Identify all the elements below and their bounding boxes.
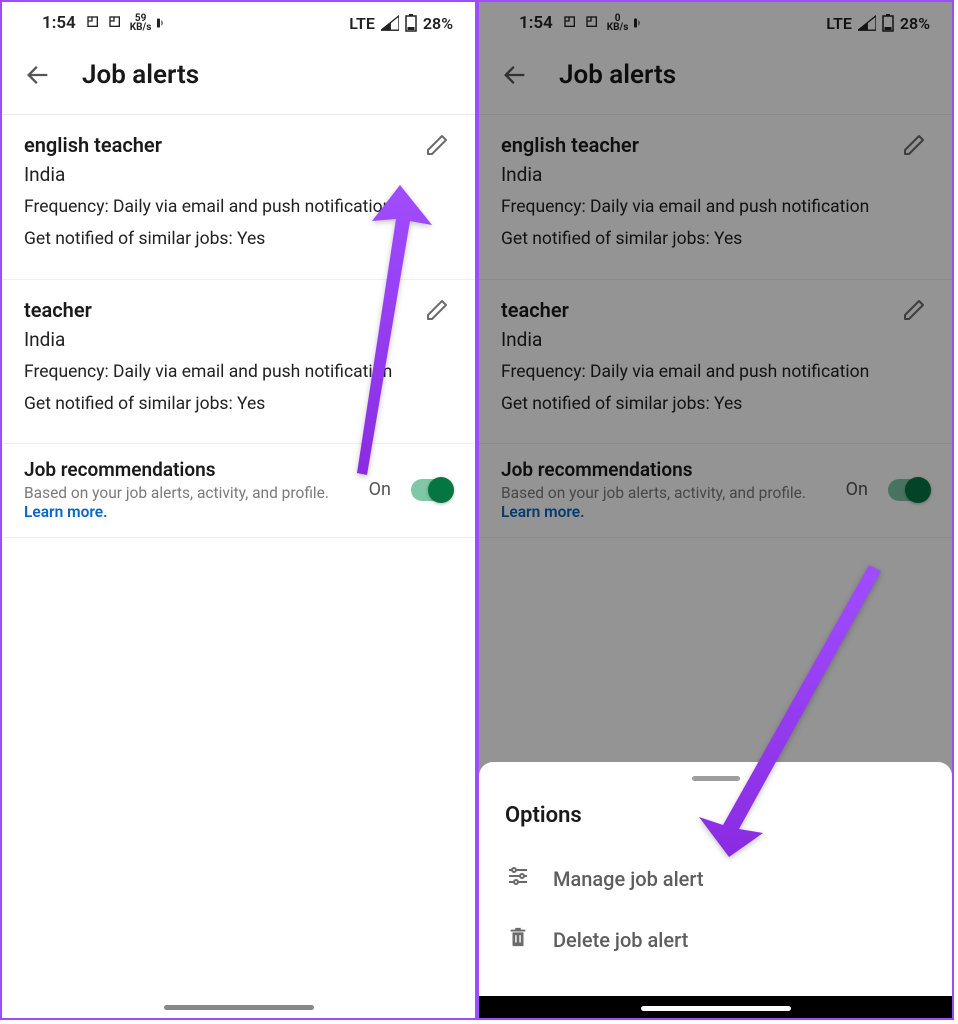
back-icon[interactable] [501,61,529,89]
status-bar: 1:54 0KB/s LTE 28% [479,2,952,44]
alert-title: english teacher [24,133,453,157]
recommendations-title: Job recommendations [501,458,834,481]
alert-similar: Get notified of similar jobs: Yes [24,226,453,252]
signal-icon [381,15,399,31]
battery-icon [882,14,894,32]
alert-frequency: Frequency: Daily via email and push noti… [501,359,930,385]
page-title: Job alerts [559,60,676,90]
status-icons-left: 59KB/s [86,14,176,32]
nav-handle [641,1006,791,1011]
status-battery: 28% [423,14,453,33]
screenshot-right: 1:54 0KB/s LTE 28% Job alerts english te… [477,0,954,1020]
nav-handle [164,1005,314,1010]
learn-more-link[interactable]: Learn more. [24,503,108,521]
options-bottom-sheet: Options Manage job alert Delete job aler… [479,762,952,996]
trash-icon [505,925,531,954]
sheet-item-label: Manage job alert [553,867,704,891]
status-time: 1:54 [42,13,76,33]
job-alert-item[interactable]: english teacher India Frequency: Daily v… [2,115,475,280]
alert-similar: Get notified of similar jobs: Yes [501,391,930,417]
toggle-state-label: On [369,479,391,500]
alert-location: India [24,163,453,186]
recommendations-toggle[interactable] [411,479,453,501]
job-alert-item[interactable]: teacher India Frequency: Daily via email… [479,280,952,445]
job-recommendations-row: Job recommendations Based on your job al… [479,444,952,538]
status-net: LTE [349,14,375,33]
sheet-drag-handle[interactable] [692,776,740,781]
job-recommendations-row: Job recommendations Based on your job al… [2,444,475,538]
sheet-item-label: Delete job alert [553,928,688,952]
pencil-icon [425,133,449,157]
edit-alert-button[interactable] [425,298,449,326]
pencil-icon [902,133,926,157]
back-icon[interactable] [24,61,52,89]
status-bar: 1:54 59KB/s LTE 28% [2,2,475,44]
alert-similar: Get notified of similar jobs: Yes [501,226,930,252]
recommendations-title: Job recommendations [24,458,357,481]
status-net: LTE [826,14,852,33]
job-alert-item[interactable]: teacher India Frequency: Daily via email… [2,280,475,445]
edit-alert-button[interactable] [902,298,926,326]
status-battery: 28% [900,14,930,33]
sliders-icon [505,864,531,893]
alert-title: teacher [501,298,930,322]
battery-icon [405,14,417,32]
alert-frequency: Frequency: Daily via email and push noti… [501,194,930,220]
status-time: 1:54 [519,13,553,33]
recommendations-toggle[interactable] [888,479,930,501]
recommendations-sub: Based on your job alerts, activity, and … [501,484,806,502]
toggle-state-label: On [846,479,868,500]
alert-title: teacher [24,298,453,322]
screenshot-left: 1:54 59KB/s LTE 28% Job alerts english t… [0,0,477,1020]
delete-job-alert-option[interactable]: Delete job alert [479,909,952,970]
edit-alert-button[interactable] [902,133,926,161]
pencil-icon [902,298,926,322]
pencil-icon [425,298,449,322]
alert-title: english teacher [501,133,930,157]
app-header: Job alerts [2,44,475,115]
recommendations-sub: Based on your job alerts, activity, and … [24,484,329,502]
signal-icon [858,15,876,31]
alert-location: India [501,328,930,351]
learn-more-link[interactable]: Learn more. [501,503,585,521]
sheet-title: Options [479,803,952,848]
alert-location: India [24,328,453,351]
status-icons-left: 0KB/s [563,14,653,32]
alert-frequency: Frequency: Daily via email and push noti… [24,194,453,220]
alert-frequency: Frequency: Daily via email and push noti… [24,359,453,385]
alert-location: India [501,163,930,186]
page-title: Job alerts [82,60,199,90]
job-alert-item[interactable]: english teacher India Frequency: Daily v… [479,115,952,280]
alert-similar: Get notified of similar jobs: Yes [24,391,453,417]
manage-job-alert-option[interactable]: Manage job alert [479,848,952,909]
app-header: Job alerts [479,44,952,115]
edit-alert-button[interactable] [425,133,449,161]
